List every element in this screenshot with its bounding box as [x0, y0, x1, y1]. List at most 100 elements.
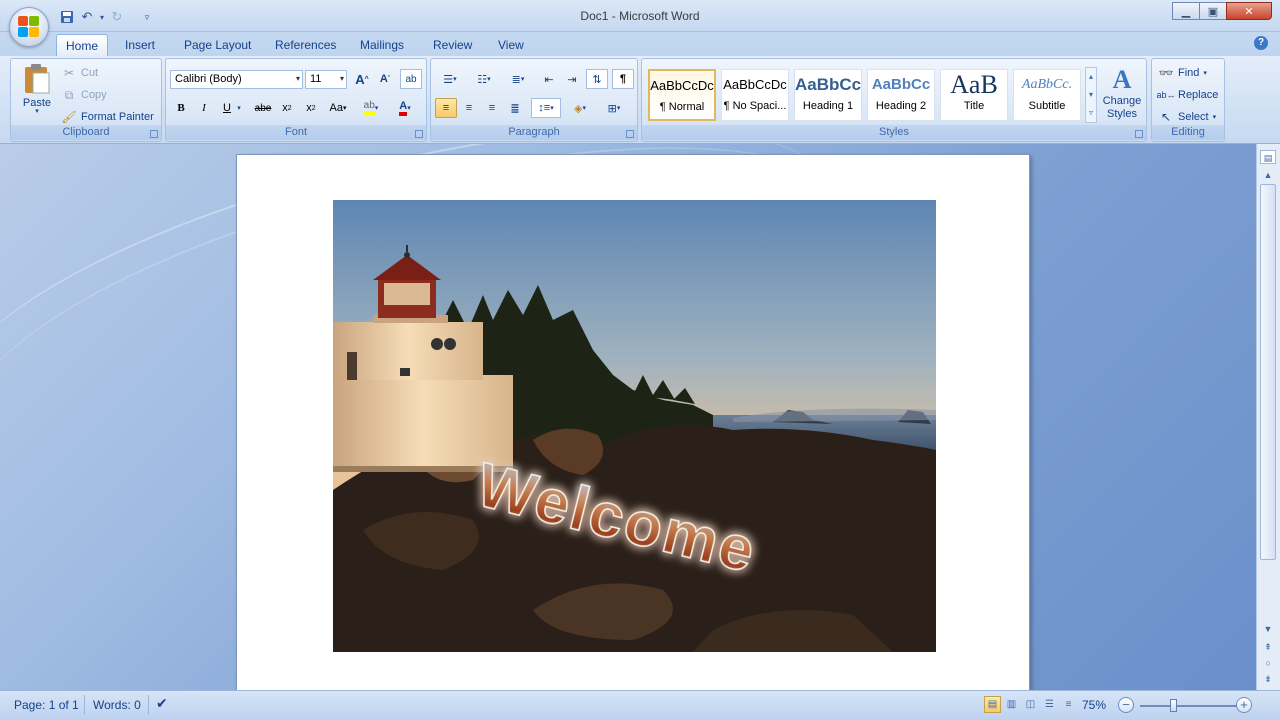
subscript-button[interactable]: x2 — [276, 98, 298, 118]
font-size-combo[interactable]: 11 ▾ — [305, 70, 347, 89]
grow-font-button[interactable]: A ^ — [351, 69, 373, 89]
style-heading-2[interactable]: AaBbCc Heading 2 — [867, 69, 935, 121]
paint-bucket-icon: ◈ — [574, 102, 583, 115]
bullets-button[interactable]: ☰ ▾ — [435, 69, 465, 89]
zoom-in-icon[interactable]: + — [1236, 697, 1252, 713]
sort-button[interactable]: ⇅ — [586, 69, 608, 89]
line-spacing-icon: ↕≡ — [538, 102, 551, 114]
multilevel-list-icon: ≣ — [511, 73, 521, 86]
tab-view[interactable]: View — [489, 34, 533, 56]
print-layout-view-icon[interactable]: ▤ — [984, 696, 1001, 713]
chevron-down-icon: ▾ — [339, 74, 344, 83]
paste-button[interactable]: Paste ▾ — [17, 63, 57, 115]
zoom-out-icon[interactable]: − — [1118, 697, 1134, 713]
title-bar: ↶ ▾ ↻ ▿ Doc1 - Microsoft Word ▁ ▣ ✕ — [0, 0, 1280, 32]
superscript-button[interactable]: x2 — [300, 98, 322, 118]
center-button[interactable]: ≡ — [458, 98, 480, 118]
close-button[interactable]: ✕ — [1226, 2, 1272, 20]
change-case-button[interactable]: Aa ▾ — [324, 98, 352, 118]
gallery-down-icon[interactable]: ▾ — [1086, 86, 1096, 104]
scroll-thumb[interactable] — [1260, 184, 1276, 560]
numbering-button[interactable]: ☷ ▾ — [469, 69, 499, 89]
decrease-indent-button[interactable]: ⇤ — [538, 69, 560, 89]
zoom-level[interactable]: 75% — [1082, 698, 1106, 712]
justify-button[interactable]: ≣ — [504, 98, 526, 118]
strikethrough-button[interactable]: abe — [252, 98, 274, 118]
page-count[interactable]: Page: 1 of 1 — [14, 698, 79, 712]
clipboard-launcher-icon[interactable] — [150, 130, 158, 138]
replace-button[interactable]: ab↔ Replace — [1157, 87, 1219, 103]
zoom-slider-knob[interactable] — [1170, 699, 1177, 712]
outline-view-icon[interactable]: ☰ — [1041, 696, 1058, 713]
style-normal[interactable]: AaBbCcDc ¶ Normal — [648, 69, 716, 121]
tab-references[interactable]: References — [266, 34, 345, 56]
status-divider — [84, 695, 85, 715]
lighthouse-picture[interactable]: Welcome — [333, 200, 936, 652]
help-icon[interactable]: ? — [1254, 36, 1268, 50]
scissors-icon: ✂ — [63, 66, 75, 80]
previous-page-icon[interactable]: ⇞ — [1260, 640, 1276, 654]
status-bar: Page: 1 of 1 Words: 0 ✔ ▤ ▥ ◫ ☰ ≡ 75% − … — [0, 690, 1280, 720]
chevron-down-icon: ▾ — [295, 74, 300, 83]
font-name-combo[interactable]: Calibri (Body) ▾ — [170, 70, 303, 89]
style-subtitle[interactable]: AaBbCc. Subtitle — [1013, 69, 1081, 121]
increase-indent-button[interactable]: ⇥ — [561, 69, 583, 89]
pilcrow-icon: ¶ — [619, 73, 627, 85]
shrink-font-button[interactable]: Aˇ — [374, 69, 396, 89]
scroll-down-icon[interactable]: ▼ — [1260, 622, 1276, 636]
multilevel-list-button[interactable]: ≣ ▾ — [503, 69, 533, 89]
line-spacing-button[interactable]: ↕≡ ▾ — [531, 98, 561, 118]
change-styles-button[interactable]: A Change Styles — [1100, 65, 1144, 121]
tab-page-layout[interactable]: Page Layout — [175, 34, 260, 56]
align-left-button[interactable]: ≡ — [435, 98, 457, 118]
ruler-toggle-icon[interactable]: ▤ — [1260, 150, 1276, 164]
bold-button[interactable]: B — [170, 98, 192, 118]
web-layout-view-icon[interactable]: ◫ — [1022, 696, 1039, 713]
minimize-button[interactable]: ▁ — [1172, 2, 1200, 20]
style-no-spacing[interactable]: AaBbCcDc ¶ No Spaci... — [721, 69, 789, 121]
highlight-button[interactable]: ab ▾ — [356, 98, 386, 118]
next-page-icon[interactable]: ⇟ — [1260, 672, 1276, 686]
maximize-button[interactable]: ▣ — [1199, 2, 1227, 20]
vertical-scrollbar[interactable]: ▤ ▲ ▼ ⇞ ○ ⇟ — [1256, 144, 1280, 690]
cut-button[interactable]: ✂ Cut — [61, 65, 98, 81]
font-color-button[interactable]: A ▾ — [390, 98, 420, 118]
gallery-more-icon[interactable]: ▿ — [1086, 104, 1096, 122]
gallery-up-icon[interactable]: ▴ — [1086, 68, 1096, 86]
draft-view-icon[interactable]: ≡ — [1060, 696, 1077, 713]
align-right-button[interactable]: ≡ — [481, 98, 503, 118]
clear-formatting-button[interactable]: ab — [400, 69, 422, 89]
underline-dropdown-icon[interactable]: ▾ — [234, 98, 244, 118]
word-count[interactable]: Words: 0 — [93, 698, 141, 712]
tab-mailings[interactable]: Mailings — [351, 34, 413, 56]
tab-review[interactable]: Review — [424, 34, 481, 56]
copy-button[interactable]: ⧉ Copy — [61, 87, 107, 103]
find-button[interactable]: 👓 Find ▾ — [1158, 65, 1207, 81]
shading-button[interactable]: ◈ ▾ — [565, 98, 595, 118]
select-button[interactable]: ↖ Select ▾ — [1158, 109, 1216, 125]
font-launcher-icon[interactable] — [415, 130, 423, 138]
format-painter-button[interactable]: 🖌 Format Painter — [61, 109, 153, 125]
align-right-icon: ≡ — [488, 102, 496, 114]
scroll-up-icon[interactable]: ▲ — [1260, 168, 1276, 182]
paragraph-launcher-icon[interactable] — [626, 130, 634, 138]
tab-insert[interactable]: Insert — [116, 34, 164, 56]
editing-group: 👓 Find ▾ ab↔ Replace ↖ Select ▾ Editing — [1151, 58, 1225, 142]
full-screen-reading-icon[interactable]: ▥ — [1003, 696, 1020, 713]
align-center-icon: ≡ — [465, 102, 473, 114]
borders-button[interactable]: ⊞ ▾ — [599, 98, 629, 118]
tab-home[interactable]: Home — [56, 34, 109, 56]
styles-launcher-icon[interactable] — [1135, 130, 1143, 138]
italic-button[interactable]: I — [193, 98, 215, 118]
proofing-icon[interactable]: ✔ — [156, 695, 168, 712]
select-browse-object-icon[interactable]: ○ — [1260, 656, 1276, 670]
zoom-slider[interactable] — [1140, 699, 1240, 712]
office-button[interactable] — [9, 7, 49, 47]
document-page[interactable]: Welcome — [236, 154, 1030, 690]
show-formatting-button[interactable]: ¶ — [612, 69, 634, 89]
clipboard-group: Paste ▾ ✂ Cut ⧉ Copy 🖌 Format Painter Clipb… — [10, 58, 162, 142]
font-group: Calibri (Body) ▾ 11 ▾ A ^ Aˇ ab B I U ▾ abe… — [165, 58, 427, 142]
style-title[interactable]: AaB Title — [940, 69, 1008, 121]
style-heading-1[interactable]: AaBbCc Heading 1 — [794, 69, 862, 121]
increase-indent-icon: ⇥ — [567, 73, 577, 86]
